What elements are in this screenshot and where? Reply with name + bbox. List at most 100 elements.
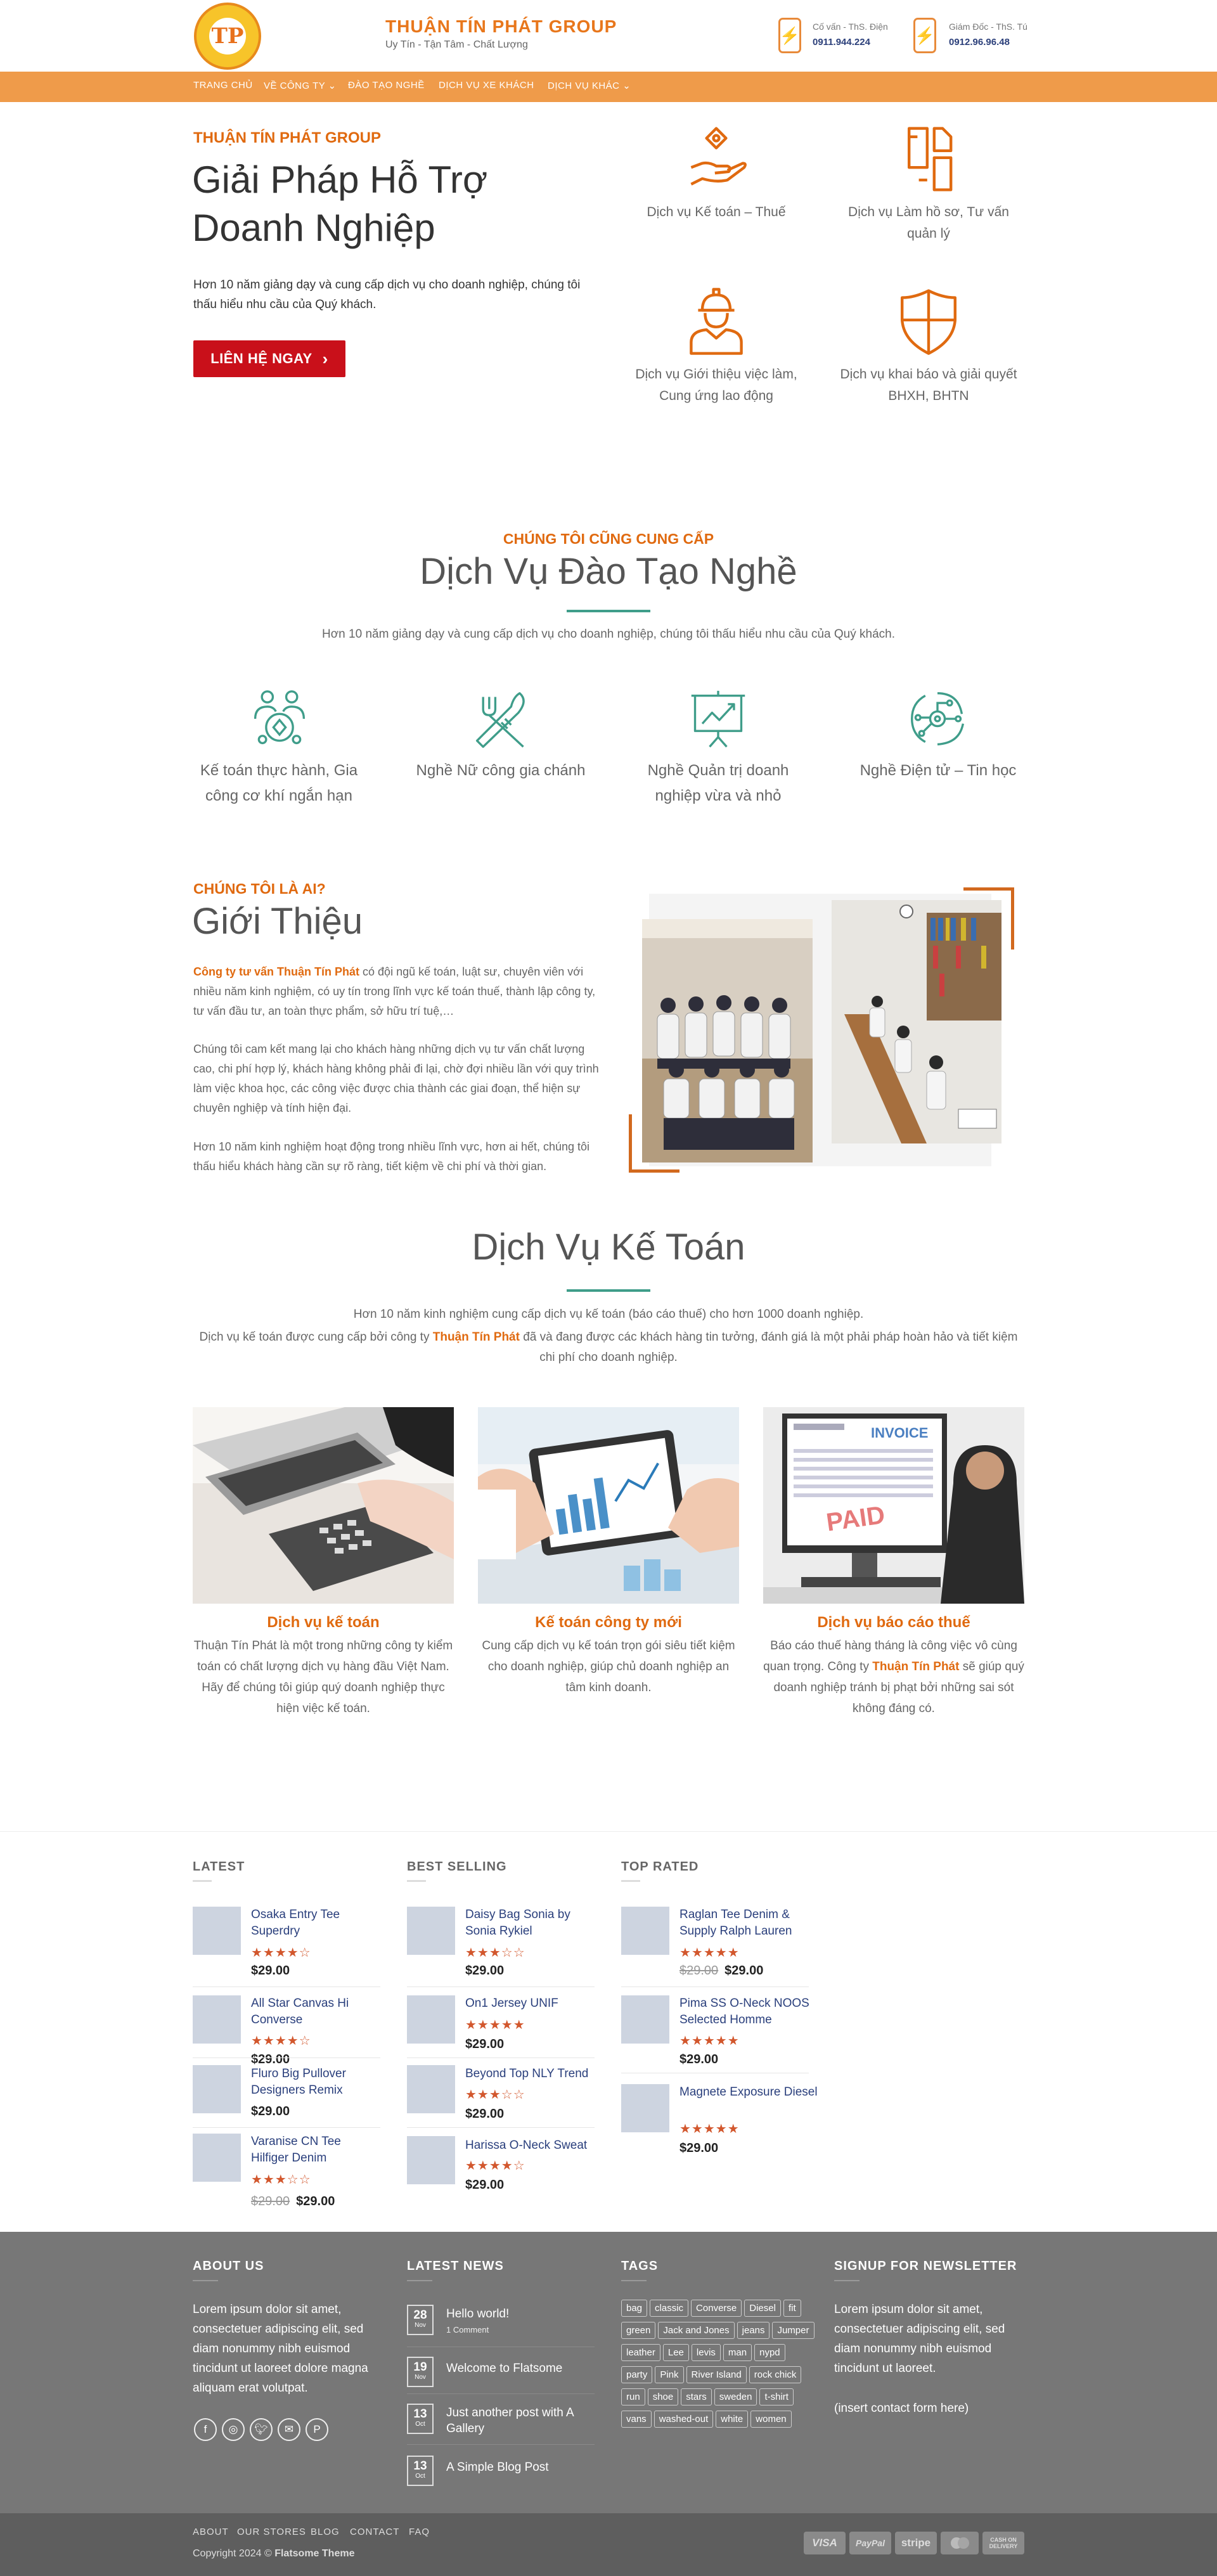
- facebook-icon[interactable]: f: [194, 2418, 217, 2441]
- product-name[interactable]: Daisy Bag Sonia by Sonia Rykiel: [465, 1907, 592, 1940]
- tag-link[interactable]: fit: [783, 2300, 801, 2317]
- invoice-screen-image[interactable]: INVOICE PAID: [763, 1407, 1024, 1604]
- news-post-link[interactable]: Welcome to Flatsome: [446, 2360, 562, 2376]
- instagram-icon[interactable]: ◎: [222, 2418, 245, 2441]
- tag-link[interactable]: Converse: [691, 2300, 742, 2317]
- training-label-accounting: Kế toán thực hành, Gia công cơ khí ngắn …: [200, 762, 358, 804]
- tag-link[interactable]: vans: [621, 2411, 652, 2428]
- kitchen-tools-icon: [475, 692, 525, 748]
- product-name[interactable]: Fluro Big Pullover Designers Remix: [251, 2066, 378, 2099]
- title-underline: [407, 2280, 432, 2281]
- calculator-laptop-image[interactable]: [193, 1407, 454, 1604]
- button-label: LIÊN HỆ NGAY: [210, 351, 312, 366]
- tag-link[interactable]: classic: [650, 2300, 689, 2317]
- tag-link[interactable]: nypd: [754, 2344, 785, 2361]
- tag-link[interactable]: shoe: [647, 2388, 679, 2405]
- news-post-link[interactable]: A Simple Blog Post: [446, 2459, 549, 2475]
- product-name[interactable]: Harissa O-Neck Sweat: [465, 2137, 592, 2154]
- tag-link[interactable]: man: [723, 2344, 752, 2361]
- nav-item-other[interactable]: DỊCH VỤ KHÁC ⌄: [548, 80, 631, 91]
- nav-item-home[interactable]: TRANG CHỦ: [193, 80, 253, 91]
- product-thumbnail[interactable]: [193, 1995, 241, 2044]
- product-thumbnail[interactable]: [407, 2136, 455, 2184]
- contact-number-1[interactable]: 0911.944.224: [813, 37, 870, 48]
- tag-link[interactable]: green: [621, 2322, 656, 2339]
- rating-stars: ★★★★★: [679, 2122, 740, 2136]
- tag-link[interactable]: River Island: [686, 2366, 747, 2383]
- footer-link-contact[interactable]: CONTACT: [350, 2527, 399, 2537]
- product-thumbnail[interactable]: [193, 1907, 241, 1955]
- title-underline: [834, 2280, 860, 2281]
- product-name[interactable]: On1 Jersey UNIF: [465, 1995, 592, 2012]
- footer-link-blog[interactable]: BLOG: [311, 2527, 340, 2537]
- product-name[interactable]: Magnete Exposure Diesel: [679, 2084, 819, 2101]
- rating-stars: ★★★★★: [679, 1946, 740, 1960]
- contact-number-2[interactable]: 0912.96.96.48: [949, 37, 1010, 48]
- footer-link-faq[interactable]: FAQ: [409, 2527, 430, 2537]
- pinterest-icon[interactable]: P: [306, 2418, 328, 2441]
- tag-link[interactable]: Jack and Jones: [658, 2322, 735, 2339]
- tablet-charts-image[interactable]: [478, 1407, 739, 1604]
- accounting-card-title-3[interactable]: Dịch vụ báo cáo thuế: [763, 1614, 1024, 1632]
- tag-link[interactable]: Diesel: [744, 2300, 781, 2317]
- accounting-card-title-2[interactable]: Kế toán công ty mới: [478, 1614, 739, 1632]
- tag-link[interactable]: Lee: [662, 2344, 689, 2361]
- product-thumbnail[interactable]: [621, 2084, 669, 2132]
- tag-link[interactable]: rock chick: [749, 2366, 802, 2383]
- service-label-accounting: Dịch vụ Kế toán – Thuế: [647, 205, 786, 219]
- tag-link[interactable]: Jumper: [772, 2322, 815, 2339]
- product-name[interactable]: Beyond Top NLY Trend: [465, 2066, 592, 2082]
- tag-link[interactable]: Pink: [655, 2366, 684, 2383]
- nav-item-about[interactable]: VỀ CÔNG TY ⌄: [264, 80, 337, 91]
- product-thumbnail[interactable]: [193, 2065, 241, 2113]
- list-divider: [193, 2127, 380, 2128]
- tag-link[interactable]: leather: [621, 2344, 660, 2361]
- product-thumbnail[interactable]: [621, 1995, 669, 2044]
- tag-link[interactable]: washed-out: [654, 2411, 714, 2428]
- product-price: $29.00: [679, 2141, 719, 2155]
- nav-item-bus[interactable]: DỊCH VỤ XE KHÁCH: [439, 80, 534, 91]
- footer-link-about[interactable]: ABOUT: [193, 2527, 229, 2537]
- product-name[interactable]: All Star Canvas Hi Converse: [251, 1995, 378, 2028]
- twitter-icon[interactable]: 🐦︎: [250, 2418, 273, 2441]
- tag-link[interactable]: white: [716, 2411, 749, 2428]
- news-post-link[interactable]: Just another post with A Gallery: [446, 2405, 592, 2437]
- footer-link-stores[interactable]: OUR STORES: [237, 2527, 306, 2537]
- email-icon[interactable]: ✉: [278, 2418, 300, 2441]
- nav-item-training[interactable]: ĐÀO TẠO NGHỀ: [348, 80, 425, 91]
- tag-link[interactable]: t-shirt: [759, 2388, 794, 2405]
- tag-link[interactable]: party: [621, 2366, 653, 2383]
- product-thumbnail[interactable]: [407, 1995, 455, 2044]
- product-name[interactable]: Raglan Tee Denim & Supply Ralph Lauren: [679, 1907, 819, 1940]
- product-thumbnail[interactable]: [407, 1907, 455, 1955]
- chevron-down-icon: ⌄: [328, 80, 337, 91]
- hand-coin-icon: [690, 127, 747, 186]
- tag-link[interactable]: run: [621, 2388, 645, 2405]
- list-divider: [407, 2127, 595, 2128]
- tag-link[interactable]: women: [750, 2411, 792, 2428]
- tag-link[interactable]: levis: [691, 2344, 721, 2361]
- shield-icon: [901, 289, 956, 355]
- text: Dịch vụ kế toán được cung cấp bởi công t…: [199, 1330, 433, 1344]
- worker-icon: [690, 288, 743, 355]
- theme-credit[interactable]: Flatsome Theme: [274, 2548, 354, 2559]
- accounting-card-title-1[interactable]: Dịch vụ kế toán: [193, 1614, 454, 1632]
- company-highlight: Công ty tư vấn Thuận Tín Phát: [193, 965, 360, 978]
- contact-now-button[interactable]: LIÊN HỆ NGAY ›: [193, 340, 345, 377]
- product-thumbnail[interactable]: [193, 2134, 241, 2182]
- tag-link[interactable]: jeans: [737, 2322, 770, 2339]
- tag-link[interactable]: sweden: [714, 2388, 757, 2405]
- news-comment-count[interactable]: 1 Comment: [446, 2325, 489, 2334]
- site-logo[interactable]: TP: [194, 3, 261, 70]
- newsletter-form-placeholder[interactable]: (insert contact form here): [834, 2399, 969, 2418]
- hero-description: Hơn 10 năm giảng dạy và cung cấp dịch vụ…: [193, 278, 581, 311]
- news-post-link[interactable]: Hello world!: [446, 2306, 509, 2322]
- product-thumbnail[interactable]: [621, 1907, 669, 1955]
- product-name[interactable]: Varanise CN Tee Hilfiger Denim: [251, 2134, 378, 2167]
- tag-link[interactable]: bag: [621, 2300, 648, 2317]
- tag-link[interactable]: stars: [681, 2388, 712, 2405]
- product-name[interactable]: Pima SS O-Neck NOOS Selected Homme: [679, 1995, 819, 2028]
- product-name[interactable]: Osaka Entry Tee Superdry: [251, 1907, 378, 1940]
- product-thumbnail[interactable]: [407, 2065, 455, 2113]
- presentation-chart-icon: [691, 690, 745, 748]
